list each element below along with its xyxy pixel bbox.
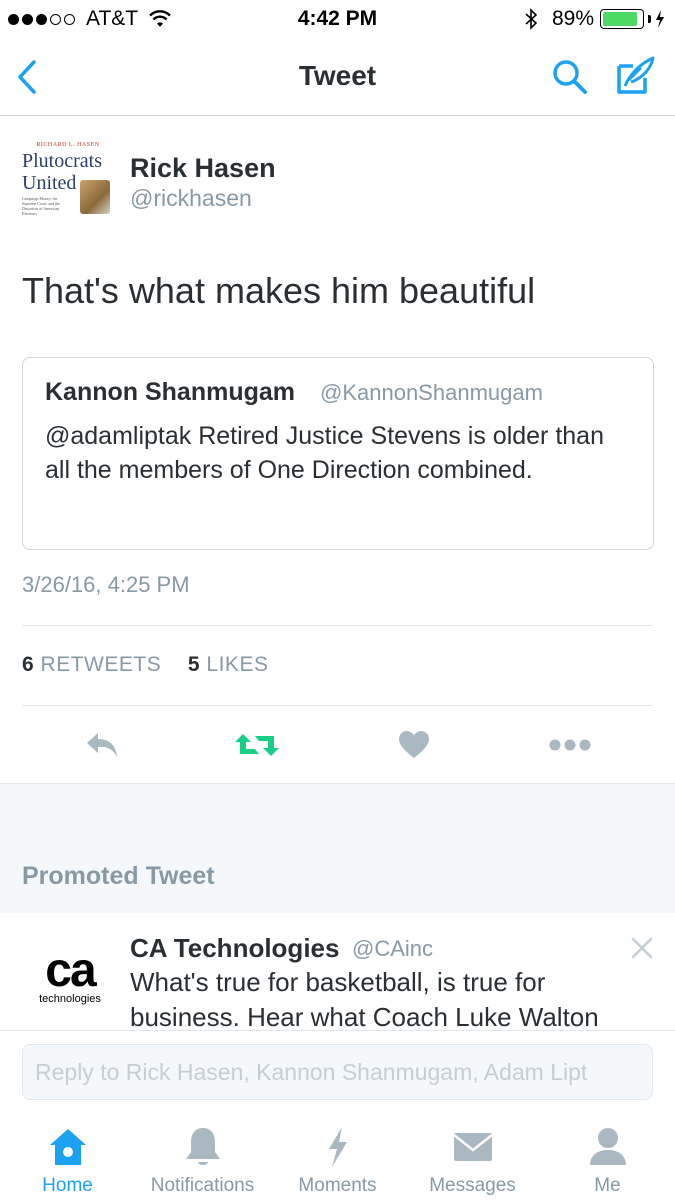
divider bbox=[22, 625, 653, 626]
tab-bar: Home Notifications Moments Messages Me bbox=[0, 1115, 675, 1200]
quoted-tweet-card[interactable]: Kannon Shanmugam @KannonShanmugam @adaml… bbox=[22, 357, 654, 550]
retweet-label[interactable]: RETWEETS bbox=[41, 653, 162, 676]
envelope-icon bbox=[452, 1133, 493, 1161]
quoted-user-name: Kannon Shanmugam bbox=[45, 378, 296, 406]
tab-label: Home bbox=[42, 1175, 93, 1196]
bell-icon bbox=[185, 1128, 220, 1165]
battery-fill bbox=[603, 12, 637, 26]
retweet-button[interactable] bbox=[234, 729, 280, 761]
lightning-icon bbox=[328, 1127, 347, 1167]
ca-logo-text: ca bbox=[45, 944, 96, 997]
ca-logo-subtext: technologies bbox=[39, 993, 101, 1005]
retweet-icon bbox=[235, 734, 279, 756]
tab-label: Messages bbox=[429, 1175, 516, 1196]
tweet-stats: 6 RETWEETS 5 LIKES bbox=[22, 653, 268, 677]
avatar-book-title-line1: Plutocrats bbox=[22, 150, 102, 172]
quoted-user-handle: @KannonShanmugam bbox=[320, 380, 543, 405]
tab-label: Moments bbox=[298, 1175, 377, 1196]
like-button[interactable] bbox=[398, 729, 430, 761]
tab-label: Me bbox=[594, 1175, 621, 1196]
status-bar: AT&T 4:42 PM 89% bbox=[0, 0, 675, 40]
person-icon bbox=[589, 1128, 626, 1165]
promoted-tweet[interactable]: ca technologies CA Technologies @CAinc W… bbox=[0, 913, 675, 1031]
tab-moments[interactable]: Moments bbox=[270, 1125, 405, 1197]
user-handle[interactable]: @rickhasen bbox=[130, 185, 252, 212]
more-button[interactable] bbox=[549, 729, 591, 761]
promoted-section-header: Promoted Tweet bbox=[0, 783, 675, 913]
tab-me[interactable]: Me bbox=[540, 1125, 675, 1197]
like-label[interactable]: LIKES bbox=[206, 653, 268, 676]
compose-icon[interactable] bbox=[615, 54, 657, 96]
tweet-timestamp: 3/26/16, 4:25 PM bbox=[22, 572, 190, 597]
tweet-actions bbox=[0, 705, 675, 783]
quoted-tweet-text: @adamliptak Retired Justice Stevens is o… bbox=[45, 422, 604, 484]
promoted-tweet-label: Promoted Tweet bbox=[22, 862, 215, 890]
promoted-user-handle[interactable]: @CAinc bbox=[352, 936, 433, 962]
promoted-tweet-text: What's true for basketball, is true for … bbox=[130, 967, 599, 1031]
ca-logo[interactable]: ca technologies bbox=[30, 944, 110, 1019]
charging-icon bbox=[656, 10, 664, 28]
reply-icon bbox=[87, 733, 117, 757]
battery-icon bbox=[600, 9, 644, 29]
battery-percent: 89% bbox=[551, 7, 594, 30]
nav-bar: Tweet bbox=[0, 40, 675, 116]
tab-home[interactable]: Home bbox=[0, 1125, 135, 1197]
bluetooth-icon bbox=[525, 8, 538, 30]
status-right: 89% bbox=[524, 7, 665, 31]
home-icon bbox=[49, 1129, 86, 1165]
search-icon[interactable] bbox=[551, 58, 589, 96]
more-icon bbox=[549, 739, 591, 751]
promoted-user-name[interactable]: CA Technologies bbox=[130, 933, 339, 964]
tab-messages[interactable]: Messages bbox=[405, 1125, 540, 1197]
avatar[interactable]: RICHARD L. HASEN Plutocrats United Campa… bbox=[22, 140, 114, 232]
battery-tip bbox=[648, 15, 651, 23]
tweet-text: That's what makes him beautiful bbox=[22, 270, 536, 311]
user-name[interactable]: Rick Hasen bbox=[130, 153, 276, 184]
close-icon[interactable] bbox=[631, 937, 653, 959]
retweet-count[interactable]: 6 bbox=[22, 653, 34, 676]
avatar-book-subtitle: Campaign Money, the Supreme Court, and t… bbox=[22, 196, 60, 216]
reply-button[interactable] bbox=[84, 729, 120, 761]
reply-bar bbox=[22, 1044, 653, 1100]
reply-input[interactable] bbox=[23, 1045, 652, 1099]
avatar-book-illustration bbox=[80, 180, 110, 214]
tab-label: Notifications bbox=[150, 1175, 255, 1196]
tab-notifications[interactable]: Notifications bbox=[135, 1125, 270, 1197]
like-count[interactable]: 5 bbox=[188, 653, 200, 676]
avatar-book-author: RICHARD L. HASEN bbox=[36, 142, 100, 148]
heart-icon bbox=[399, 731, 429, 758]
